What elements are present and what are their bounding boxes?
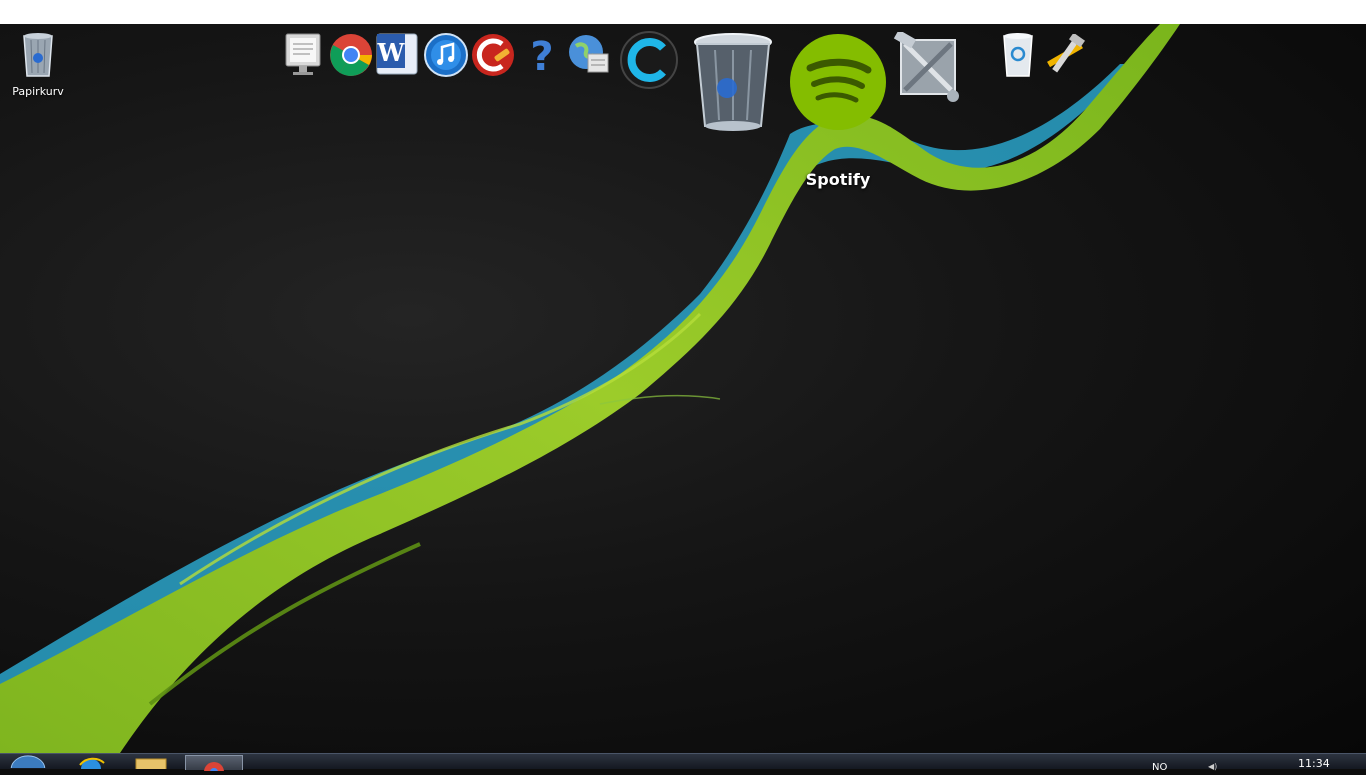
system-tools-icon[interactable] (893, 32, 965, 106)
hammer-wrench-icon[interactable] (1040, 34, 1090, 78)
start-button[interactable] (6, 754, 50, 768)
svg-text:?: ? (530, 34, 553, 78)
monitor-document-icon[interactable] (282, 30, 324, 80)
desktop-icon-recycle-bin[interactable]: Papirkurv (8, 30, 68, 98)
chrome-icon[interactable] (328, 32, 374, 78)
wallpaper-ribbon (0, 24, 1180, 753)
internet-explorer-icon[interactable] (74, 755, 108, 769)
word-icon[interactable]: W (375, 30, 421, 78)
chrome-taskbar-icon (204, 762, 224, 775)
top-white-strip (0, 0, 1366, 24)
dock-hover-label: Spotify (805, 170, 871, 189)
folder-icon[interactable] (132, 755, 170, 769)
ccleaner-icon[interactable] (470, 32, 516, 78)
volume-icon[interactable]: ◀) (1208, 762, 1217, 771)
trash-can-icon[interactable] (691, 30, 775, 134)
svg-text:W: W (377, 38, 406, 67)
c-app-icon[interactable] (617, 30, 681, 90)
small-recycle-bin-icon[interactable] (998, 30, 1038, 80)
desktop-icon-label: Papirkurv (12, 85, 64, 98)
itunes-icon[interactable] (423, 32, 469, 78)
recycle-bin-icon (23, 33, 53, 77)
clock-time[interactable]: 11:34 (1298, 757, 1330, 770)
desktop[interactable]: Papirkurv W ? Spotify (0, 24, 1366, 753)
taskbar: NO ◀) 11:34 (0, 753, 1366, 775)
help-icon[interactable]: ? (524, 32, 560, 78)
spotify-icon[interactable] (788, 32, 888, 132)
network-globe-icon[interactable] (566, 32, 612, 78)
